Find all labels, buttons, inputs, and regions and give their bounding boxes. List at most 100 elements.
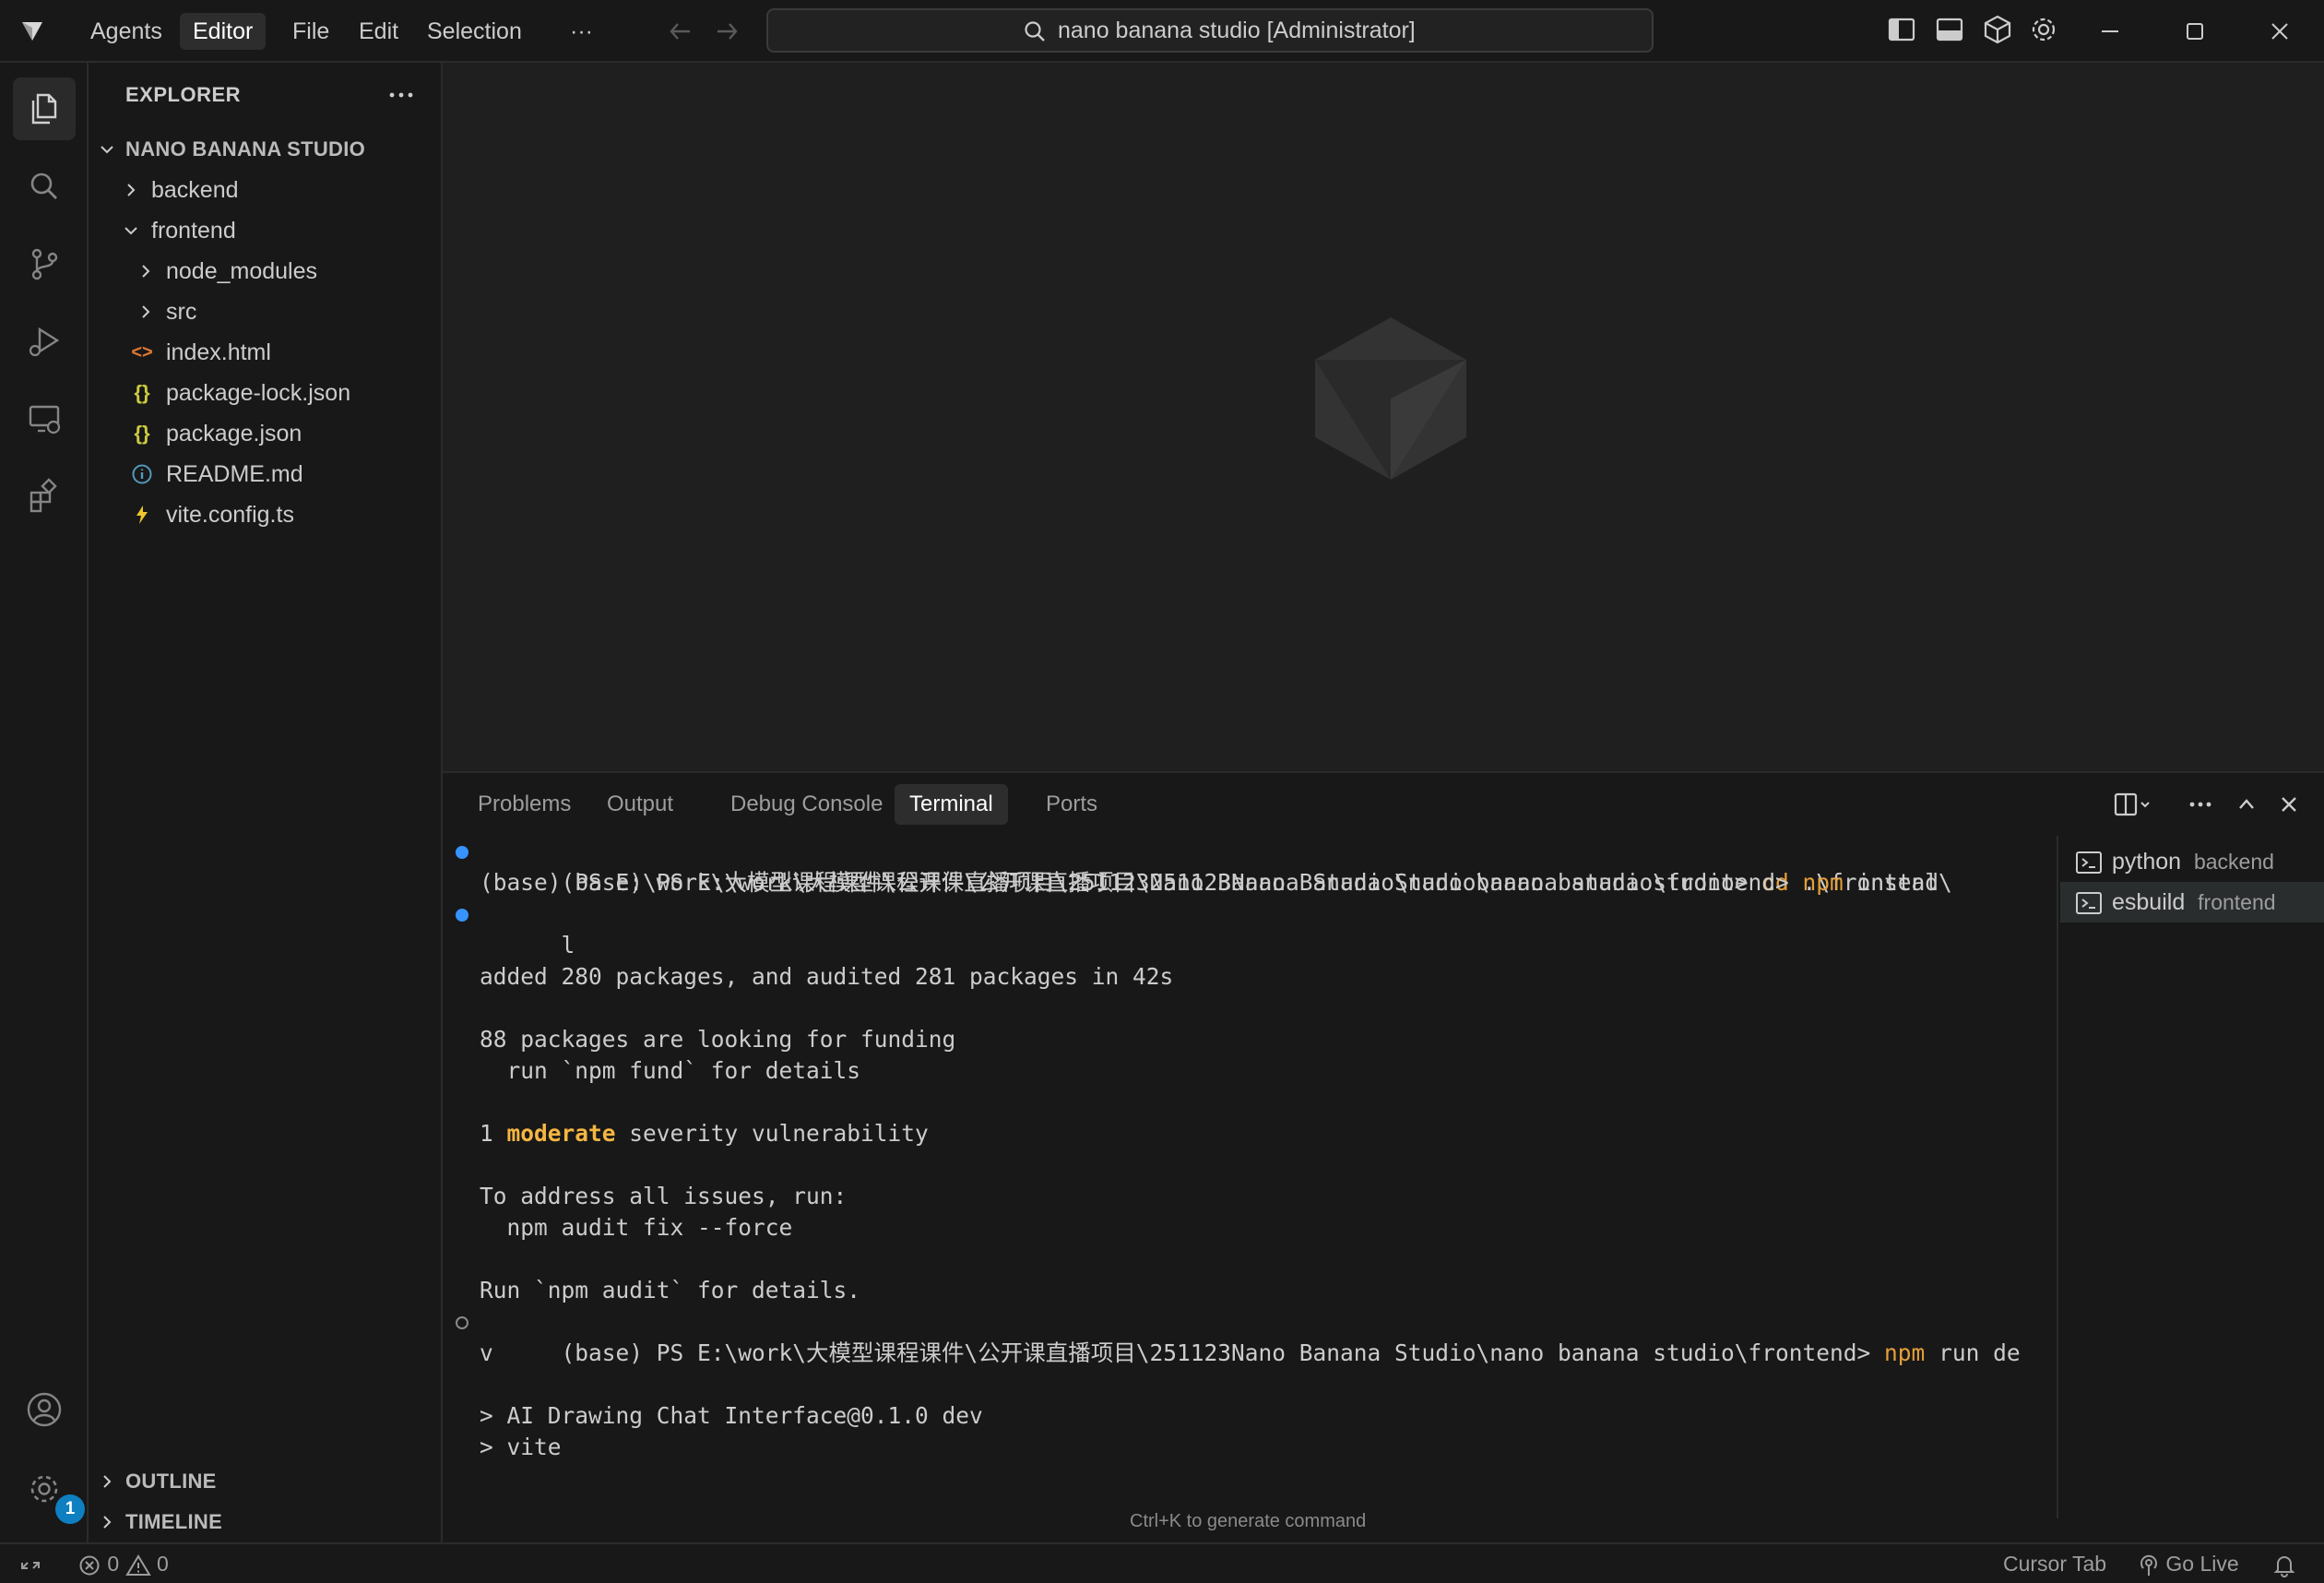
accounts-activity[interactable] — [13, 1378, 76, 1441]
remote-icon — [21, 1561, 40, 1569]
workspace-root[interactable]: NANO BANANA STUDIO — [89, 129, 441, 170]
terminal-output[interactable]: (base) PS E:\work\大模型课程课件\公开课直播项目\251123… — [456, 836, 2029, 1500]
problems-indicator[interactable]: 0 0 — [77, 1544, 169, 1583]
tree-item-package-lock[interactable]: {} package-lock.json — [89, 373, 441, 413]
tree-item-label: package.json — [166, 421, 302, 446]
tab-problems[interactable]: Problems — [463, 784, 586, 825]
explorer-title: EXPLORER — [125, 83, 242, 106]
title-bar: Agents Editor File Edit Selection ··· na… — [0, 0, 2324, 63]
terminal-name: esbuild — [2112, 889, 2186, 915]
search-activity[interactable] — [13, 155, 76, 218]
tree-item-frontend[interactable]: frontend — [89, 210, 441, 251]
json-file-icon: {} — [134, 381, 150, 404]
generate-command-hint: Ctrl+K to generate command — [1130, 1511, 1367, 1531]
tree-item-readme[interactable]: README.md — [89, 454, 441, 494]
toggle-sidebar-icon[interactable] — [1885, 13, 1918, 46]
tree-item-label: vite.config.ts — [166, 502, 294, 528]
tree-item-label: package-lock.json — [166, 380, 351, 406]
tree-item-label: frontend — [151, 218, 236, 244]
more-actions-icon[interactable] — [385, 81, 417, 109]
warning-count: 0 — [156, 1552, 169, 1576]
tab-terminal[interactable]: Terminal — [895, 784, 1008, 825]
tab-output[interactable]: Output — [592, 784, 688, 825]
terminal-line: 88 packages are looking for funding — [480, 1026, 956, 1053]
outline-section[interactable]: OUTLINE — [89, 1461, 441, 1502]
menu-selection[interactable]: Selection — [414, 13, 535, 50]
forward-arrow-icon[interactable] — [710, 15, 743, 48]
search-icon — [30, 173, 57, 199]
terminal-line: npm audit fix --force — [480, 1214, 793, 1241]
close-panel-icon[interactable] — [2274, 790, 2304, 819]
tree-item-backend[interactable]: backend — [89, 170, 441, 210]
warning-icon — [125, 1553, 151, 1576]
cube-icon[interactable] — [1981, 13, 2014, 46]
chevron-down-icon — [125, 227, 137, 235]
minimize-icon[interactable] — [2092, 13, 2128, 50]
maximize-icon[interactable] — [2176, 13, 2213, 50]
cursor-logo-icon — [22, 22, 42, 41]
source-control-activity[interactable] — [13, 232, 76, 295]
explorer-activity[interactable] — [13, 77, 76, 140]
terminal-line: v — [480, 1339, 493, 1366]
tree-item-src[interactable]: src — [89, 292, 441, 332]
maximize-panel-icon[interactable] — [2232, 790, 2261, 819]
toggle-panel-icon[interactable] — [1933, 13, 1966, 46]
terminal-line: (base) PS E:\work\大模型课程课件\公开课直播项目\251123… — [480, 869, 1939, 896]
gear-icon[interactable] — [2027, 13, 2060, 46]
tree-item-vite-config[interactable]: vite.config.ts — [89, 494, 441, 535]
chevron-down-icon — [101, 146, 113, 154]
terminal-line: (base) PS E:\work\大模型课程课件\公开课直播项目\251123… — [456, 1306, 2021, 1366]
source-control-icon — [31, 248, 58, 280]
notification-badge: 1 — [55, 1494, 85, 1524]
more-actions-icon[interactable] — [2186, 790, 2215, 819]
command-center-search[interactable]: nano banana studio [Administrator] — [766, 8, 1654, 53]
tab-debug-console[interactable]: Debug Console — [716, 784, 897, 825]
tree-item-label: node_modules — [166, 258, 318, 284]
extensions-icon — [30, 478, 57, 513]
bell-icon — [2273, 1555, 2295, 1577]
go-live-button[interactable]: Go Live — [2138, 1544, 2239, 1583]
run-debug-activity[interactable] — [13, 310, 76, 373]
terminal-line: > AI Drawing Chat Interface@0.1.0 dev — [480, 1402, 983, 1429]
account-icon — [27, 1392, 62, 1427]
terminal-line: Run `npm audit` for details. — [480, 1277, 861, 1303]
error-icon — [79, 1555, 100, 1576]
files-icon — [31, 93, 57, 125]
tree-item-label: backend — [151, 177, 239, 203]
remote-explorer-icon — [29, 405, 61, 434]
workspace-root-label: NANO BANANA STUDIO — [125, 137, 366, 161]
bottom-panel: Problems Output Debug Console Terminal P… — [443, 771, 2324, 1542]
chevron-right-icon — [103, 1475, 112, 1488]
tree-item-node-modules[interactable]: node_modules — [89, 251, 441, 292]
vite-file-icon — [136, 506, 148, 524]
terminal-line: (base) PS E:\work\大模型课程课件\公开课直播项目\251123… — [456, 836, 1952, 896]
timeline-label: TIMELINE — [125, 1510, 223, 1533]
menu-more[interactable]: ··· — [557, 13, 606, 50]
tree-item-index-html[interactable]: <> index.html — [89, 332, 441, 373]
extensions-activity[interactable] — [13, 465, 76, 528]
menu-file[interactable]: File — [279, 13, 342, 50]
back-arrow-icon[interactable] — [664, 15, 697, 48]
status-bar: 0 0 Cursor Tab Go Live — [0, 1542, 2324, 1583]
remote-explorer-activity[interactable] — [13, 387, 76, 450]
tab-ports[interactable]: Ports — [1031, 784, 1112, 825]
menu-editor[interactable]: Editor — [180, 13, 267, 50]
tree-item-package-json[interactable]: {} package.json — [89, 413, 441, 454]
cursor-tab-status[interactable]: Cursor Tab — [2003, 1544, 2106, 1583]
menu-edit[interactable]: Edit — [346, 13, 411, 50]
notifications-button[interactable] — [2272, 1544, 2296, 1583]
editor-area[interactable] — [443, 63, 2324, 771]
split-terminal-icon[interactable] — [2112, 790, 2156, 819]
terminal-item-esbuild[interactable]: esbuild frontend — [2060, 882, 2324, 922]
terminal-line: 1 moderate severity vulnerability — [480, 1120, 929, 1147]
tree-item-label: src — [166, 299, 197, 325]
terminal-cwd: frontend — [2198, 890, 2276, 914]
manage-activity[interactable]: 1 — [13, 1458, 85, 1524]
menu-agents[interactable]: Agents — [77, 13, 175, 50]
remote-indicator[interactable] — [18, 1544, 42, 1583]
timeline-section[interactable]: TIMELINE — [89, 1502, 441, 1542]
close-icon[interactable] — [2261, 13, 2298, 50]
search-text: nano banana studio [Administrator] — [1058, 18, 1416, 43]
terminal-item-python[interactable]: python backend — [2060, 841, 2324, 882]
json-file-icon: {} — [134, 422, 150, 445]
